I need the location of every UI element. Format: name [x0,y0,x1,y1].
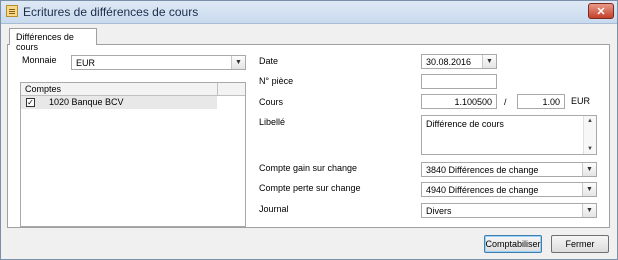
cours-base-input[interactable]: 1.00 [517,94,565,109]
libelle-scrollbar[interactable]: ▲ ▼ [583,116,596,154]
libelle-textarea[interactable]: Différence de cours ▲ ▼ [421,115,597,155]
cours-base-value: 1.00 [542,97,560,107]
account-checkbox[interactable]: ✓ [26,98,35,107]
journal-select[interactable]: Divers ▼ [421,203,597,218]
scroll-down-icon[interactable]: ▼ [584,146,596,152]
comptes-column-header[interactable]: Comptes [25,84,61,94]
journal-label: Journal [259,204,289,214]
comptes-grid: Comptes ✓ 1020 Banque BCV [20,82,246,227]
close-button[interactable]: ✕ [588,3,614,19]
journal-value: Divers [426,206,452,216]
chevron-down-icon[interactable]: ▼ [482,55,496,68]
cours-label: Cours [259,97,284,107]
libelle-label: Libellé [259,117,286,127]
perte-value: 4940 Différences de change [426,185,539,195]
date-label: Date [259,56,279,66]
gain-select[interactable]: 3840 Différences de change ▼ [421,162,597,177]
cours-unit: EUR [571,96,591,106]
comptabiliser-button[interactable]: Comptabiliser [484,235,542,253]
account-label: 1020 Banque BCV [49,97,124,107]
window-title: Ecritures de différences de cours [23,5,199,19]
chevron-down-icon[interactable]: ▼ [582,183,596,196]
table-row[interactable]: ✓ 1020 Banque BCV [21,96,217,109]
monnaie-select[interactable]: EUR ▼ [71,55,246,70]
dialog-window: Ecritures de différences de cours ✕ Diff… [0,0,618,260]
piece-input[interactable] [421,74,497,89]
piece-label: N° pièce [259,76,294,86]
app-document-icon [6,5,18,17]
chevron-down-icon[interactable]: ▼ [231,56,245,69]
monnaie-label: Monnaie [22,55,57,65]
libelle-value: Différence de cours [426,119,504,129]
monnaie-value: EUR [76,58,96,68]
chevron-down-icon[interactable]: ▼ [582,204,596,217]
cours-separator: / [504,97,507,107]
grid-header: Comptes [21,83,245,96]
cours-value: 1.100500 [454,97,492,107]
perte-select[interactable]: 4940 Différences de change ▼ [421,182,597,197]
date-picker[interactable]: 30.08.2016 ▼ [421,54,497,69]
column-divider[interactable] [217,83,218,95]
date-value: 30.08.2016 [426,57,472,67]
cours-input[interactable]: 1.100500 [421,94,497,109]
tab-differences-de-cours[interactable]: Différences de cours [9,28,97,52]
gain-label: Compte gain sur change [259,163,358,173]
title-bar[interactable]: Ecritures de différences de cours ✕ [1,1,617,24]
scroll-up-icon[interactable]: ▲ [584,118,596,124]
chevron-down-icon[interactable]: ▼ [582,163,596,176]
gain-value: 3840 Différences de change [426,165,539,175]
perte-label: Compte perte sur change [259,183,361,193]
fermer-button[interactable]: Fermer [551,235,609,253]
